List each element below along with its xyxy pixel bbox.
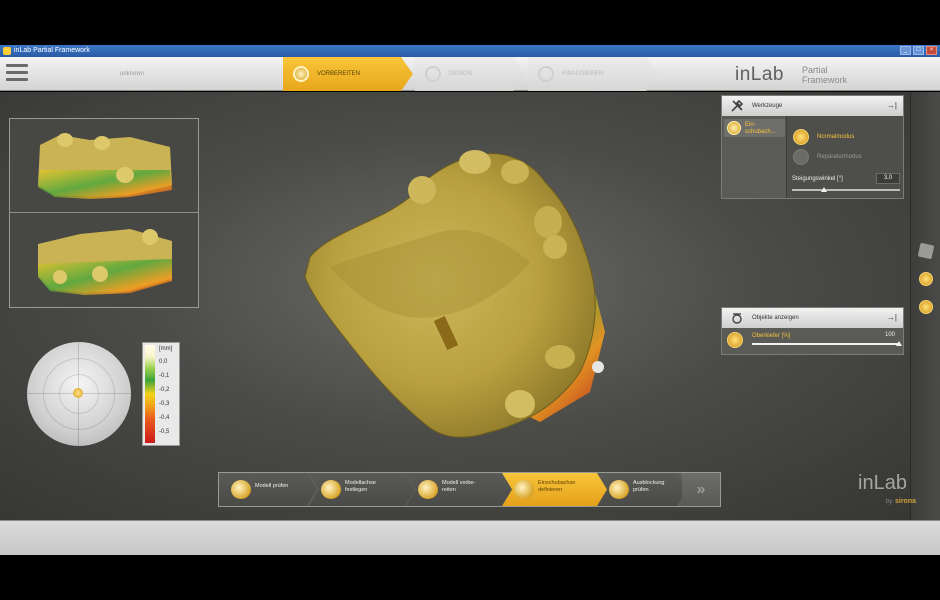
close-button[interactable]: × — [926, 46, 937, 55]
phase-label: DESIGN — [449, 71, 473, 77]
step-label: Modell prüfen — [255, 483, 289, 489]
logo-line-1: Partial — [802, 65, 828, 75]
app-icon — [3, 47, 11, 55]
app-window: inLab Partial Framework _ □ × unknown VO… — [0, 0, 940, 600]
window-title: inLab Partial Framework — [14, 47, 90, 54]
next-step-button[interactable]: » — [682, 473, 720, 506]
step-model-axis[interactable]: Modellachse festlegen — [309, 473, 415, 506]
logo-brand: inLab — [735, 64, 784, 85]
footer-logo-by: by — [886, 499, 893, 505]
color-scale-label: -0,1 — [159, 373, 170, 379]
tools-panel-header[interactable]: Werkzeuge →| — [722, 96, 903, 116]
cube-icon[interactable] — [917, 242, 935, 260]
brush-icon[interactable] — [919, 300, 933, 314]
insertion-axis-step-icon — [514, 480, 534, 499]
tool-insertion-axis[interactable]: Ein- schubach... — [724, 119, 785, 137]
objects-panel-title: Objekte anzeigen — [752, 315, 799, 321]
step-label: Einschubachse — [538, 480, 576, 486]
upper-jaw-icon — [727, 332, 743, 348]
logo-line-2: Framework — [802, 75, 848, 85]
pin-icon[interactable]: →| — [887, 313, 897, 322]
footer-logo-brand: inLab — [858, 472, 907, 494]
step-label: Modellachse — [345, 480, 376, 486]
tools-panel-title: Werkzeuge — [752, 103, 783, 109]
finalize-phase-icon — [538, 66, 554, 82]
step-label: Ausblockung — [633, 480, 665, 486]
color-scale-unit: [mm] — [159, 346, 173, 352]
tools-icon — [731, 99, 744, 112]
opacity-slider[interactable] — [752, 343, 900, 345]
color-scale-label: -0,5 — [159, 429, 170, 435]
slope-angle-slider[interactable] — [792, 189, 900, 191]
phase-tab-finalize[interactable]: FINALISIEREN — [528, 57, 658, 91]
preview-model-top — [38, 133, 172, 199]
phase-label: VORBEREITEN — [317, 71, 361, 77]
slope-angle-label: Steigungswinkel [°] — [792, 176, 843, 182]
object-row-upper-jaw[interactable]: Oberkiefer [%] 100 — [722, 328, 903, 354]
color-scale-label: 0,0 — [159, 359, 168, 365]
check-model-icon — [231, 480, 251, 499]
tool-list: Ein- schubach... — [722, 116, 787, 198]
phase-tab-design[interactable]: DESIGN — [415, 57, 525, 91]
status-bar — [0, 520, 940, 555]
model-axis-icon — [321, 480, 341, 499]
orientation-sphere[interactable] — [27, 342, 131, 446]
mode-label: Reparaturmodus — [817, 154, 862, 160]
maximize-button[interactable]: □ — [913, 46, 924, 55]
step-insertion-axis[interactable]: Einschubachse definieren — [502, 473, 608, 506]
step-check-model[interactable]: Modell prüfen — [219, 473, 317, 506]
objects-panel-header[interactable]: Objekte anzeigen →| — [722, 308, 903, 328]
phase-label: FINALISIEREN — [562, 71, 604, 77]
workflow-bar: Modell prüfen Modellachse festlegen Model… — [218, 472, 721, 507]
inlab-logo: inLab Partial Framework — [735, 62, 885, 88]
normal-mode-icon — [793, 129, 809, 145]
blockout-icon — [609, 480, 629, 499]
step-check-blockout[interactable]: Ausblockung prüfen — [597, 473, 687, 506]
opacity-slider-thumb[interactable] — [896, 341, 902, 346]
objects-panel: Objekte anzeigen →| Oberkiefer [%] 100 — [721, 307, 904, 355]
color-scale-bar — [145, 345, 155, 443]
dental-model-3d[interactable] — [290, 142, 620, 462]
tools-panel: Werkzeuge →| Ein- schubach... Normalmodu… — [721, 95, 904, 199]
title-bar: inLab Partial Framework _ □ × — [0, 45, 940, 57]
hamburger-icon[interactable] — [6, 64, 28, 84]
3d-viewport[interactable]: [mm] 0,0 -0,1 -0,2 -0,3 -0,4 -0,5 Werkze… — [0, 92, 940, 520]
prepare-phase-icon — [293, 66, 309, 82]
preview-model-bottom — [38, 229, 172, 295]
model-preview-panel[interactable] — [9, 118, 199, 308]
step-label-2: festlegen — [345, 487, 368, 493]
object-label: Oberkiefer [%] — [752, 333, 791, 339]
preview-divider — [10, 212, 198, 213]
objects-icon — [732, 313, 742, 324]
color-scale-label: -0,4 — [159, 415, 170, 421]
step-prepare-model[interactable]: Modell vorbe-reiten — [406, 473, 512, 506]
insertion-axis-icon — [727, 121, 741, 135]
prepare-model-icon — [418, 480, 438, 499]
minimize-button[interactable]: _ — [900, 46, 911, 55]
app-header: unknown VORBEREITEN DESIGN FINALISIEREN … — [0, 57, 940, 91]
design-phase-icon — [425, 66, 441, 82]
color-scale-label: -0,2 — [159, 387, 170, 393]
object-opacity-value: 100 — [885, 332, 896, 338]
orientation-handle[interactable] — [73, 388, 83, 398]
pin-icon[interactable]: →| — [887, 101, 897, 110]
slope-angle-input[interactable]: 3,0 — [876, 173, 900, 184]
inlab-sirona-logo: inLab by sirona — [858, 472, 928, 512]
mode-label: Normalmodus — [817, 134, 855, 140]
step-label-2: reiten — [442, 487, 456, 493]
patient-name[interactable]: unknown — [120, 71, 144, 77]
tool-label: Ein- schubach... — [745, 122, 776, 135]
footer-logo-company: sirona — [895, 498, 917, 505]
color-scale-label: -0,3 — [159, 401, 170, 407]
step-label-2: definieren — [538, 487, 563, 493]
visibility-icon[interactable] — [919, 272, 933, 286]
step-label-2: prüfen — [633, 487, 649, 493]
step-label: Modell vorbe- — [442, 480, 476, 486]
phase-tab-prepare[interactable]: VORBEREITEN — [283, 57, 413, 91]
repair-mode-icon — [793, 149, 809, 165]
slope-angle-slider-thumb[interactable] — [821, 187, 827, 192]
deviation-color-scale: [mm] 0,0 -0,1 -0,2 -0,3 -0,4 -0,5 — [142, 342, 180, 446]
